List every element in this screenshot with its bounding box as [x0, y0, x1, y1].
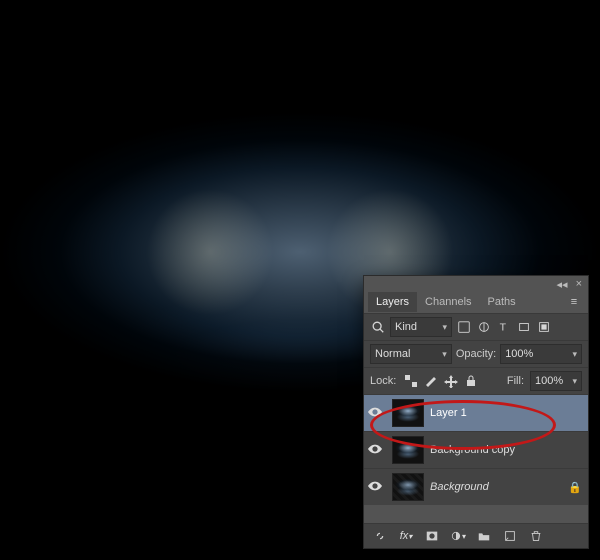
tab-layers[interactable]: Layers [368, 292, 417, 312]
adjustment-icon[interactable]: ▾ [450, 528, 466, 544]
lock-row: Lock: Fill: 100%▾ [364, 367, 588, 394]
fx-icon[interactable]: fx▾ [398, 528, 414, 544]
trash-icon[interactable] [528, 528, 544, 544]
lock-label: Lock: [370, 375, 396, 387]
eye-icon [368, 407, 382, 420]
layer-name[interactable]: Background copy [430, 444, 582, 456]
panel-window-controls: ◂◂ × [364, 276, 588, 291]
fill-label: Fill: [507, 375, 524, 387]
visibility-toggle[interactable] [364, 444, 386, 457]
blend-row: Normal▾ Opacity: 100%▾ [364, 340, 588, 367]
link-layers-icon[interactable] [372, 528, 388, 544]
eye-icon [368, 481, 382, 494]
layer-thumbnail[interactable] [392, 436, 424, 464]
layer-thumbnail[interactable] [392, 399, 424, 427]
lock-pixels-icon[interactable] [424, 374, 438, 388]
lock-position-icon[interactable] [444, 374, 458, 388]
new-layer-icon[interactable] [502, 528, 518, 544]
panel-menu-icon[interactable]: ≡ [566, 294, 582, 310]
filter-search-icon[interactable] [370, 319, 386, 335]
opacity-field[interactable]: 100%▾ [500, 344, 582, 364]
mask-icon[interactable] [424, 528, 440, 544]
eye-icon [368, 444, 382, 457]
lock-transparency-icon[interactable] [404, 374, 418, 388]
filter-kind-dropdown[interactable]: Kind▾ [390, 317, 452, 337]
layer-row[interactable]: Background 🔒 [364, 468, 588, 505]
layer-row[interactable]: Background copy [364, 431, 588, 468]
filter-type-icon[interactable]: T [496, 319, 512, 335]
filter-adjust-icon[interactable] [476, 319, 492, 335]
layer-row[interactable]: Layer 1 [364, 394, 588, 431]
group-icon[interactable] [476, 528, 492, 544]
layer-name[interactable]: Background [430, 481, 568, 493]
filter-pixel-icon[interactable] [456, 319, 472, 335]
lock-all-icon[interactable] [464, 374, 478, 388]
layer-name[interactable]: Layer 1 [430, 407, 582, 419]
close-icon[interactable]: × [576, 278, 582, 291]
tab-channels[interactable]: Channels [417, 292, 479, 312]
tab-paths[interactable]: Paths [480, 292, 524, 312]
layers-panel: ◂◂ × Layers Channels Paths ≡ Kind▾ T Nor… [364, 276, 588, 548]
panel-tabs: Layers Channels Paths ≡ [364, 291, 588, 313]
visibility-toggle[interactable] [364, 481, 386, 494]
filter-smart-icon[interactable] [536, 319, 552, 335]
fill-field[interactable]: 100%▾ [530, 371, 582, 391]
panel-footer: fx▾ ▾ [364, 523, 588, 548]
svg-text:T: T [500, 322, 507, 334]
lock-icon: 🔒 [568, 481, 582, 494]
layer-thumbnail[interactable] [392, 473, 424, 501]
layer-filter-row: Kind▾ T [364, 313, 588, 340]
filter-shape-icon[interactable] [516, 319, 532, 335]
collapse-icon[interactable]: ◂◂ [557, 278, 568, 291]
layer-list: Layer 1 Background copy Background 🔒 [364, 394, 588, 505]
blend-mode-dropdown[interactable]: Normal▾ [370, 344, 452, 364]
opacity-label: Opacity: [456, 348, 496, 360]
visibility-toggle[interactable] [364, 407, 386, 420]
